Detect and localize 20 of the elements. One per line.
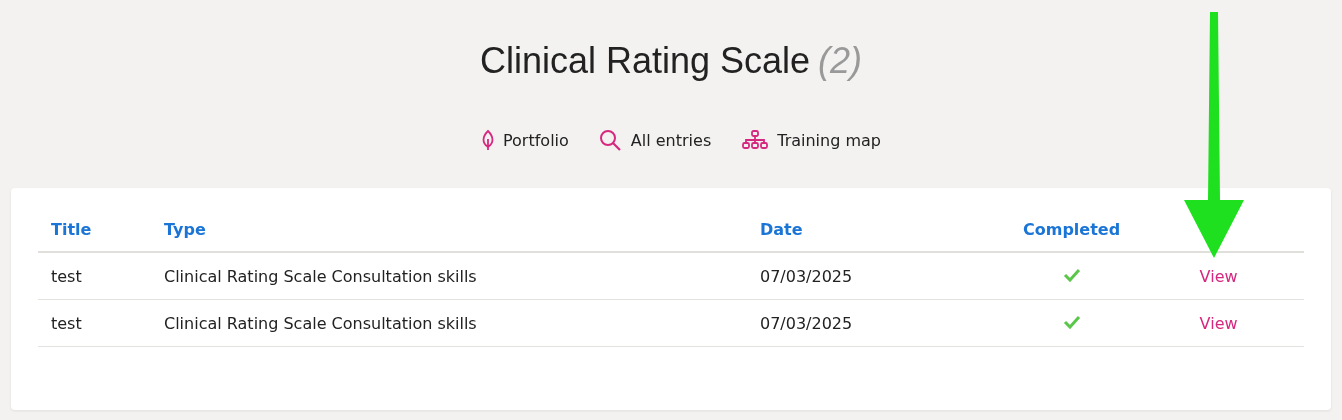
table-cell: Clinical Rating Scale Consultation skills <box>151 252 747 300</box>
page-title: Clinical Rating Scale <box>479 40 811 81</box>
entry-count: (2) <box>818 40 863 81</box>
search-icon <box>598 129 623 151</box>
nav-link[interactable]: Portfolio <box>481 129 569 151</box>
column-header: Date <box>747 208 1010 252</box>
sitemap-icon <box>741 130 770 150</box>
column-header: Title <box>38 208 151 252</box>
column-header: Type <box>151 208 747 252</box>
table-cell: 07/03/2025 <box>747 299 1010 347</box>
nav-link[interactable]: All entries <box>598 129 712 151</box>
view-link[interactable]: View <box>1199 266 1238 286</box>
table-cell: test <box>38 299 151 347</box>
table-cell: test <box>38 252 151 300</box>
nav-link[interactable]: Training map <box>741 129 881 151</box>
leaf-icon <box>481 129 495 151</box>
view-link[interactable]: View <box>1199 313 1238 333</box>
table-cell: Clinical Rating Scale Consultation skills <box>151 299 747 347</box>
column-header: Completed <box>1010 208 1134 252</box>
table-cell: 07/03/2025 <box>747 252 1010 300</box>
